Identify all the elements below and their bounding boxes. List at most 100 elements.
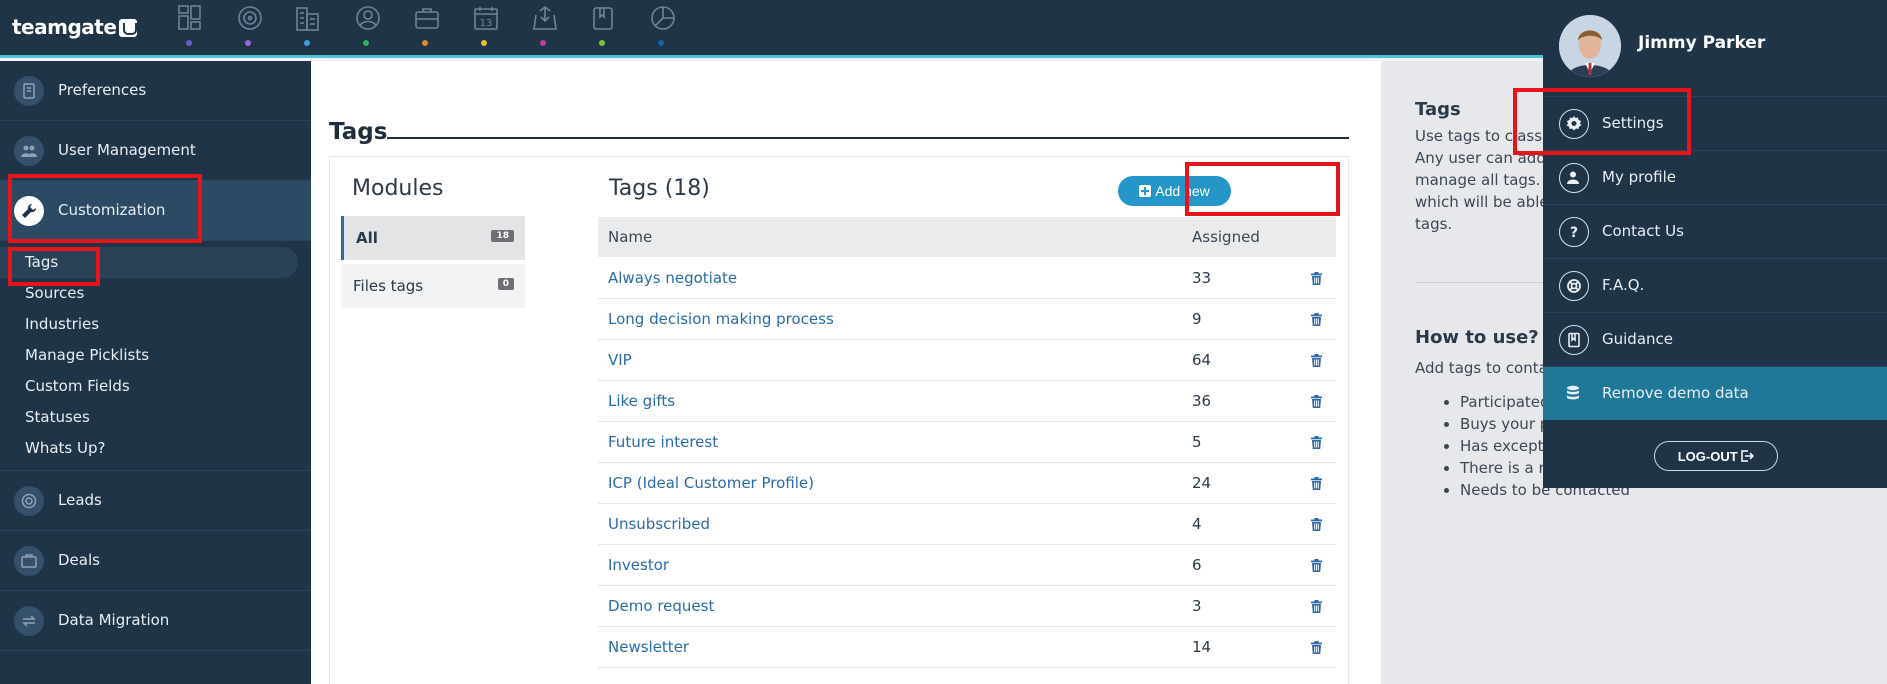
assigned-count: 24 <box>1192 474 1212 492</box>
module-label: Files tags <box>353 277 424 295</box>
module-all[interactable]: All 18 <box>341 216 525 260</box>
sidebar-item-leads[interactable]: Leads <box>0 471 311 531</box>
profile-name: Jimmy Parker <box>1638 33 1766 53</box>
tag-name-link[interactable]: Future interest <box>608 433 718 451</box>
trash-icon[interactable] <box>1311 353 1322 371</box>
tag-name-link[interactable]: VIP <box>608 351 632 369</box>
target-icon <box>14 486 44 516</box>
trash-icon[interactable] <box>1311 394 1322 412</box>
logout-label: LOG-OUT <box>1677 448 1738 464</box>
sidebar-label: Leads <box>58 491 102 509</box>
trash-icon[interactable] <box>1311 312 1322 330</box>
nav-dot <box>186 40 192 46</box>
tag-name-link[interactable]: Newsletter <box>608 638 689 656</box>
submenu-item-custom-fields[interactable]: Custom Fields <box>0 371 311 402</box>
module-nav: 13 <box>163 4 694 50</box>
nav-dot <box>304 40 310 46</box>
nav-dot <box>481 40 487 46</box>
nav-dot <box>245 40 251 46</box>
sidebar-item-data-migration[interactable]: Data Migration <box>0 591 311 651</box>
table-row: Future interest 5 <box>598 422 1336 463</box>
reports-icon[interactable] <box>635 4 694 50</box>
column-assigned[interactable]: Assigned <box>1192 228 1260 246</box>
tags-title: Tags (18) <box>609 176 710 201</box>
sidebar-label: User Management <box>58 141 196 159</box>
inbox-icon[interactable] <box>517 4 576 50</box>
assigned-count: 14 <box>1192 638 1212 656</box>
menu-contact-us[interactable]: ? Contact Us <box>1543 204 1887 258</box>
page-title: Tags <box>329 119 388 145</box>
submenu-item-statuses[interactable]: Statuses <box>0 402 311 433</box>
main-content: Tags Modules All 18 Files tags 0 Tags (1… <box>311 61 1381 684</box>
column-name[interactable]: Name <box>608 228 652 246</box>
tag-name-link[interactable]: ICP (Ideal Customer Profile) <box>608 474 814 492</box>
profile-dropdown: Jimmy Parker Settings My profile ? Conta… <box>1543 0 1887 488</box>
trash-icon[interactable] <box>1311 599 1322 617</box>
table-row: Investor 6 <box>598 545 1336 586</box>
count-badge: 18 <box>491 230 514 242</box>
assigned-count: 3 <box>1192 597 1202 615</box>
submenu-item-whats-up[interactable]: Whats Up? <box>0 433 311 464</box>
trash-icon[interactable] <box>1311 271 1322 289</box>
table-row: Newsletter 14 <box>598 627 1336 668</box>
table-row: VIP 64 <box>598 340 1336 381</box>
menu-guidance[interactable]: Guidance <box>1543 312 1887 366</box>
trash-icon[interactable] <box>1311 640 1322 658</box>
lifebuoy-icon <box>1559 271 1589 301</box>
annotation-box-tags <box>8 247 100 286</box>
menu-faq[interactable]: F.A.Q. <box>1543 258 1887 312</box>
trash-icon[interactable] <box>1311 435 1322 453</box>
menu-my-profile[interactable]: My profile <box>1543 150 1887 204</box>
users-icon <box>14 136 44 166</box>
tag-name-link[interactable]: Long decision making process <box>608 310 834 328</box>
deals-icon[interactable] <box>399 4 458 50</box>
tag-name-link[interactable]: Demo request <box>608 597 714 615</box>
nav-dot <box>658 40 664 46</box>
tag-name-link[interactable]: Unsubscribed <box>608 515 710 533</box>
files-icon[interactable] <box>576 4 635 50</box>
contacts-icon[interactable] <box>340 4 399 50</box>
nav-dot <box>599 40 605 46</box>
dashboard-icon[interactable] <box>163 4 222 50</box>
preferences-icon <box>14 76 44 106</box>
annotation-box-settings <box>1513 88 1691 155</box>
nav-dot <box>363 40 369 46</box>
logo-mark-icon <box>119 19 138 37</box>
tag-name-link[interactable]: Always negotiate <box>608 269 737 287</box>
nav-dot <box>422 40 428 46</box>
modules-title: Modules <box>352 176 444 201</box>
avatar[interactable] <box>1559 15 1621 77</box>
companies-icon[interactable] <box>281 4 340 50</box>
tag-name-link[interactable]: Like gifts <box>608 392 675 410</box>
menu-label: Remove demo data <box>1602 384 1749 402</box>
how-to-use-title: How to use? <box>1415 327 1539 348</box>
tags-table-body: Always negotiate 33 Long decision making p… <box>598 258 1336 668</box>
nav-dot <box>540 40 546 46</box>
briefcase-icon <box>14 546 44 576</box>
menu-label: Guidance <box>1602 330 1673 348</box>
submenu-item-manage-picklists[interactable]: Manage Picklists <box>0 340 311 371</box>
menu-remove-demo-data[interactable]: Remove demo data <box>1543 366 1887 420</box>
submenu-item-industries[interactable]: Industries <box>0 309 311 340</box>
module-files-tags[interactable]: Files tags 0 <box>341 264 525 308</box>
target-icon[interactable] <box>222 4 281 50</box>
title-divider <box>387 137 1349 139</box>
assigned-count: 33 <box>1192 269 1212 287</box>
settings-sidebar: Preferences User Management Customizatio… <box>0 61 311 684</box>
book-icon <box>1559 325 1589 355</box>
table-row: ICP (Ideal Customer Profile) 24 <box>598 463 1336 504</box>
sidebar-label: Data Migration <box>58 611 170 629</box>
calendar-icon[interactable]: 13 <box>458 4 517 50</box>
assigned-count: 64 <box>1192 351 1212 369</box>
count-badge: 0 <box>497 278 514 290</box>
trash-icon[interactable] <box>1311 476 1322 494</box>
tag-name-link[interactable]: Investor <box>608 556 669 574</box>
logout-button[interactable]: LOG-OUT <box>1654 441 1778 471</box>
sidebar-item-preferences[interactable]: Preferences <box>0 61 311 121</box>
sidebar-item-user-management[interactable]: User Management <box>0 121 311 181</box>
sidebar-item-deals[interactable]: Deals <box>0 531 311 591</box>
trash-icon[interactable] <box>1311 558 1322 576</box>
trash-icon[interactable] <box>1311 517 1322 535</box>
teamgate-logo[interactable]: teamgate <box>12 15 138 39</box>
logout-icon <box>1741 449 1755 462</box>
